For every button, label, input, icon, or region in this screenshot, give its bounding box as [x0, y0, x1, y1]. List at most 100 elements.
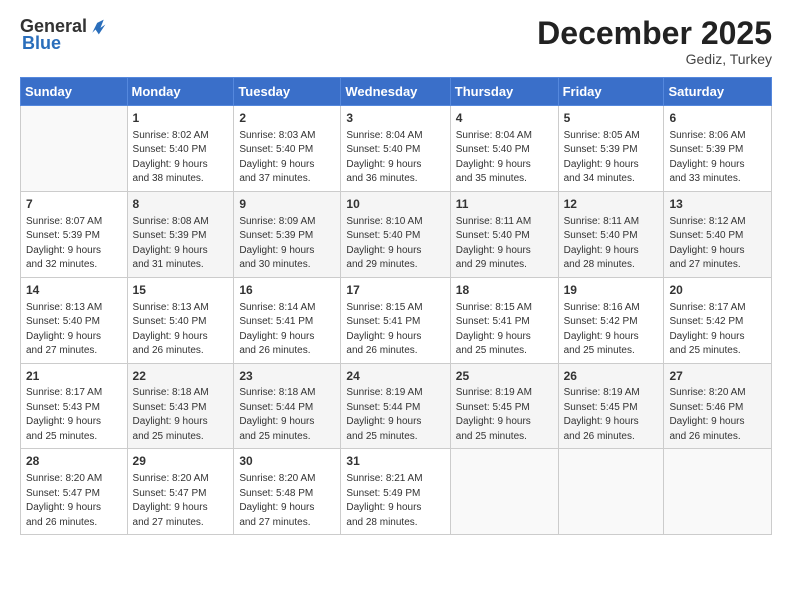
calendar-cell: 30 Sunrise: 8:20 AMSunset: 5:48 PMDayligh… [234, 449, 341, 535]
calendar-cell: 6Sunrise: 8:06 AMSunset: 5:39 PMDaylight… [664, 106, 772, 192]
day-number: 3 [346, 110, 444, 127]
day-number: 8 [133, 196, 229, 213]
day-number: 24 [346, 368, 444, 385]
logo: General Blue [20, 16, 107, 54]
calendar-cell: 31Sunrise: 8:21 AMSunset: 5:49 PMDayligh… [341, 449, 450, 535]
calendar-cell: 29Sunrise: 8:20 AMSunset: 5:47 PMDayligh… [127, 449, 234, 535]
day-info: Sunrise: 8:15 AMSunset: 5:41 PMDaylight:… [456, 301, 553, 359]
day-number: 10 [346, 196, 444, 213]
day-info: Sunrise: 8:02 AMSunset: 5:40 PMDaylight:… [133, 129, 229, 187]
day-number: 4 [456, 110, 553, 127]
day-number: 26 [564, 368, 659, 385]
day-info: Sunrise: 8:18 AMSunset: 5:44 PMDaylight:… [239, 386, 335, 444]
calendar-header-monday: Monday [127, 78, 234, 106]
day-info: Sunrise: 8:12 AMSunset: 5:40 PMDaylight:… [669, 215, 766, 273]
day-info: Sunrise: 8:19 AMSunset: 5:45 PMDaylight:… [456, 386, 553, 444]
day-number: 12 [564, 196, 659, 213]
day-info: Sunrise: 8:20 AMSunset: 5:47 PMDaylight:… [133, 472, 229, 530]
calendar-cell: 21Sunrise: 8:17 AMSunset: 5:43 PMDayligh… [21, 363, 128, 449]
day-number: 16 [239, 282, 335, 299]
calendar-cell: 23Sunrise: 8:18 AMSunset: 5:44 PMDayligh… [234, 363, 341, 449]
calendar-cell: 27Sunrise: 8:20 AMSunset: 5:46 PMDayligh… [664, 363, 772, 449]
day-info: Sunrise: 8:04 AMSunset: 5:40 PMDaylight:… [456, 129, 553, 187]
calendar-header-row: SundayMondayTuesdayWednesdayThursdayFrid… [21, 78, 772, 106]
day-number: 20 [669, 282, 766, 299]
day-info: Sunrise: 8:09 AMSunset: 5:39 PMDaylight:… [239, 215, 335, 273]
header: General Blue December 2025 Gediz, Turkey [20, 16, 772, 67]
calendar-cell: 12 Sunrise: 8:11 AMSunset: 5:40 PMDayligh… [558, 191, 664, 277]
day-info: Sunrise: 8:20 AMSunset: 5:48 PMDaylight:… [239, 472, 335, 530]
day-info: Sunrise: 8:03 AMSunset: 5:40 PMDaylight:… [239, 129, 335, 187]
day-info: Sunrise: 8:08 AMSunset: 5:39 PMDaylight:… [133, 215, 229, 273]
calendar-cell [664, 449, 772, 535]
day-info: Sunrise: 8:19 AMSunset: 5:44 PMDaylight:… [346, 386, 444, 444]
calendar-table: SundayMondayTuesdayWednesdayThursdayFrid… [20, 77, 772, 535]
calendar-cell: 3 Sunrise: 8:04 AMSunset: 5:40 PMDaylight… [341, 106, 450, 192]
calendar-cell: 28 Sunrise: 8:20 AMSunset: 5:47 PMDayligh… [21, 449, 128, 535]
calendar-cell: 19Sunrise: 8:16 AMSunset: 5:42 PMDayligh… [558, 277, 664, 363]
day-info: Sunrise: 8:07 AMSunset: 5:39 PMDaylight:… [26, 215, 122, 273]
day-info: Sunrise: 8:05 AMSunset: 5:39 PMDaylight:… [564, 129, 659, 187]
title-block: December 2025 Gediz, Turkey [537, 16, 772, 67]
day-number: 13 [669, 196, 766, 213]
calendar-cell: 5 Sunrise: 8:05 AMSunset: 5:39 PMDaylight… [558, 106, 664, 192]
calendar-cell: 10 Sunrise: 8:10 AMSunset: 5:40 PMDayligh… [341, 191, 450, 277]
day-number: 1 [133, 110, 229, 127]
calendar-cell: 8 Sunrise: 8:08 AMSunset: 5:39 PMDaylight… [127, 191, 234, 277]
day-info: Sunrise: 8:19 AMSunset: 5:45 PMDaylight:… [564, 386, 659, 444]
day-info: Sunrise: 8:17 AMSunset: 5:42 PMDaylight:… [669, 301, 766, 359]
calendar-cell: 14 Sunrise: 8:13 AMSunset: 5:40 PMDayligh… [21, 277, 128, 363]
day-info: Sunrise: 8:11 AMSunset: 5:40 PMDaylight:… [564, 215, 659, 273]
day-info: Sunrise: 8:13 AMSunset: 5:40 PMDaylight:… [133, 301, 229, 359]
day-number: 25 [456, 368, 553, 385]
month-title: December 2025 [537, 16, 772, 51]
calendar-header-wednesday: Wednesday [341, 78, 450, 106]
day-number: 21 [26, 368, 122, 385]
calendar-week-row: 7Sunrise: 8:07 AMSunset: 5:39 PMDaylight… [21, 191, 772, 277]
day-info: Sunrise: 8:21 AMSunset: 5:49 PMDaylight:… [346, 472, 444, 530]
logo-blue-text: Blue [22, 34, 61, 54]
calendar-week-row: 21Sunrise: 8:17 AMSunset: 5:43 PMDayligh… [21, 363, 772, 449]
calendar-week-row: 14 Sunrise: 8:13 AMSunset: 5:40 PMDayligh… [21, 277, 772, 363]
calendar-cell: 2Sunrise: 8:03 AMSunset: 5:40 PMDaylight… [234, 106, 341, 192]
calendar-cell: 26Sunrise: 8:19 AMSunset: 5:45 PMDayligh… [558, 363, 664, 449]
day-info: Sunrise: 8:11 AMSunset: 5:40 PMDaylight:… [456, 215, 553, 273]
calendar-cell: 17 Sunrise: 8:15 AMSunset: 5:41 PMDayligh… [341, 277, 450, 363]
calendar-cell: 20 Sunrise: 8:17 AMSunset: 5:42 PMDayligh… [664, 277, 772, 363]
day-info: Sunrise: 8:16 AMSunset: 5:42 PMDaylight:… [564, 301, 659, 359]
day-number: 17 [346, 282, 444, 299]
calendar-cell: 11 Sunrise: 8:11 AMSunset: 5:40 PMDayligh… [450, 191, 558, 277]
calendar-cell: 4 Sunrise: 8:04 AMSunset: 5:40 PMDaylight… [450, 106, 558, 192]
day-info: Sunrise: 8:20 AMSunset: 5:47 PMDaylight:… [26, 472, 122, 530]
calendar-cell: 16Sunrise: 8:14 AMSunset: 5:41 PMDayligh… [234, 277, 341, 363]
day-number: 27 [669, 368, 766, 385]
calendar-header-tuesday: Tuesday [234, 78, 341, 106]
day-number: 15 [133, 282, 229, 299]
calendar-week-row: 1 Sunrise: 8:02 AMSunset: 5:40 PMDaylight… [21, 106, 772, 192]
calendar-header-sunday: Sunday [21, 78, 128, 106]
day-info: Sunrise: 8:13 AMSunset: 5:40 PMDaylight:… [26, 301, 122, 359]
day-number: 14 [26, 282, 122, 299]
day-number: 28 [26, 453, 122, 470]
calendar-cell [450, 449, 558, 535]
calendar-header-saturday: Saturday [664, 78, 772, 106]
day-number: 9 [239, 196, 335, 213]
calendar-cell [558, 449, 664, 535]
page: General Blue December 2025 Gediz, Turkey… [0, 0, 792, 612]
calendar-header-friday: Friday [558, 78, 664, 106]
calendar-cell: 24Sunrise: 8:19 AMSunset: 5:44 PMDayligh… [341, 363, 450, 449]
calendar-cell: 22Sunrise: 8:18 AMSunset: 5:43 PMDayligh… [127, 363, 234, 449]
day-info: Sunrise: 8:04 AMSunset: 5:40 PMDaylight:… [346, 129, 444, 187]
day-info: Sunrise: 8:10 AMSunset: 5:40 PMDaylight:… [346, 215, 444, 273]
calendar-cell: 1 Sunrise: 8:02 AMSunset: 5:40 PMDaylight… [127, 106, 234, 192]
day-number: 6 [669, 110, 766, 127]
calendar-header-thursday: Thursday [450, 78, 558, 106]
day-info: Sunrise: 8:20 AMSunset: 5:46 PMDaylight:… [669, 386, 766, 444]
day-number: 5 [564, 110, 659, 127]
calendar-cell [21, 106, 128, 192]
day-info: Sunrise: 8:15 AMSunset: 5:41 PMDaylight:… [346, 301, 444, 359]
day-number: 30 [239, 453, 335, 470]
day-info: Sunrise: 8:17 AMSunset: 5:43 PMDaylight:… [26, 386, 122, 444]
day-number: 11 [456, 196, 553, 213]
day-number: 23 [239, 368, 335, 385]
